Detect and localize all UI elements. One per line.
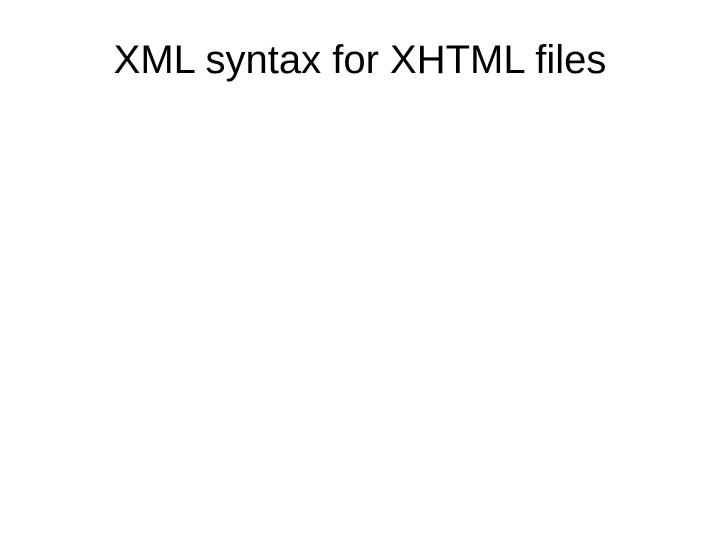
- slide-title: XML syntax for XHTML files: [0, 38, 720, 83]
- slide-container: XML syntax for XHTML files: [0, 0, 720, 540]
